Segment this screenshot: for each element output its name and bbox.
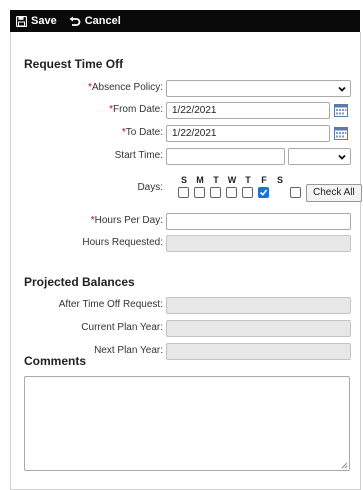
day-letter: T [245,175,251,185]
chevron-down-icon [338,154,346,160]
days-label: Days: [137,182,163,193]
floppy-disk-icon [16,15,27,27]
hours-requested-field [166,235,351,252]
day-letter: T [213,175,219,185]
after-request-field [166,297,351,314]
day-letter: W [227,175,237,185]
toolbar: Save Cancel [10,10,360,32]
cancel-label: Cancel [84,15,121,27]
from-date-label: *From Date: [109,104,163,115]
day-letter: S [180,175,187,185]
day-letter: F [261,175,267,185]
start-time-ampm-select[interactable] [288,148,351,165]
from-date-input[interactable]: 1/22/2021 [166,102,330,119]
check-all-button[interactable]: Check All [306,184,362,202]
day-checkbox-tue[interactable] [210,187,221,198]
to-date-label: *To Date: [121,127,163,138]
start-time-label: Start Time: [114,150,163,161]
calendar-icon[interactable] [334,103,348,117]
save-button[interactable]: Save [16,15,57,27]
day-checkbox-sat[interactable] [290,187,301,198]
day-letter: M [196,175,204,185]
absence-policy-label: *Absence Policy: [87,82,163,93]
days-header: S M T W T F S [176,175,288,185]
request-section-title: Request Time Off [24,57,124,71]
comments-textarea[interactable] [24,376,350,471]
to-date-input[interactable]: 1/22/2021 [166,125,330,142]
current-plan-year-label: Current Plan Year: [81,322,163,333]
calendar-icon[interactable] [334,126,348,140]
hours-requested-label: Hours Requested: [82,237,163,248]
absence-policy-select[interactable] [166,80,351,97]
save-label: Save [31,15,57,27]
day-checkbox-thu[interactable] [242,187,253,198]
day-checkbox-mon[interactable] [194,187,205,198]
chevron-down-icon [338,86,346,92]
start-time-input[interactable] [166,148,285,165]
undo-arrow-icon [69,16,81,26]
day-letter: S [276,175,283,185]
hours-per-day-label: *Hours Per Day: [90,215,163,226]
comments-section-title: Comments [24,354,87,368]
after-request-label: After Time Off Request: [58,299,163,310]
day-checkbox-sun[interactable] [178,187,189,198]
checkmark-icon [259,189,268,196]
resize-grip-icon[interactable] [340,461,348,469]
next-plan-year-label: Next Plan Year: [94,345,163,356]
hours-per-day-input[interactable] [166,213,351,230]
day-checkbox-wed[interactable] [226,187,237,198]
day-checkbox-fri[interactable] [258,187,269,198]
cancel-button[interactable]: Cancel [69,15,121,27]
balances-section-title: Projected Balances [24,275,135,289]
current-plan-year-field [166,320,351,337]
next-plan-year-field [166,343,351,360]
